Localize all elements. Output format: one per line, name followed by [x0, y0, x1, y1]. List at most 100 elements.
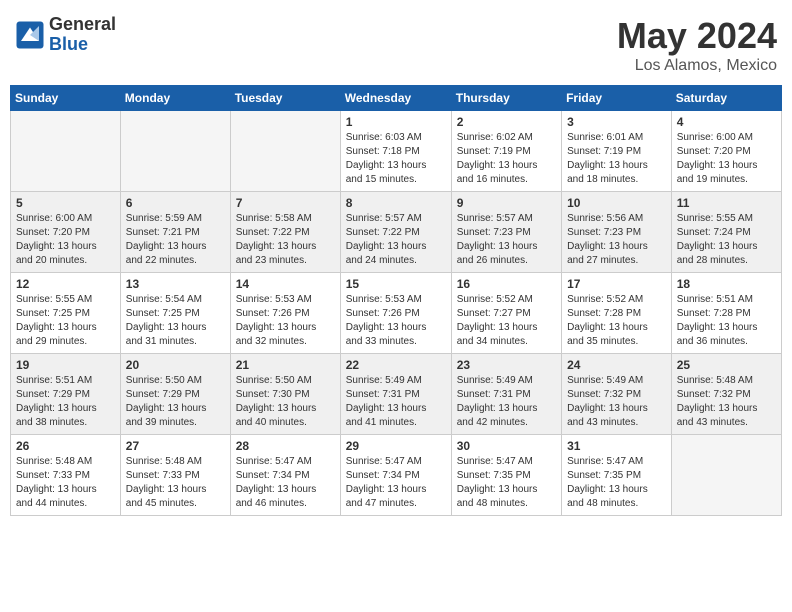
day-info: Sunrise: 5:53 AMSunset: 7:26 PMDaylight:…	[346, 293, 446, 349]
day-info: Sunrise: 6:02 AMSunset: 7:19 PMDaylight:…	[457, 131, 556, 187]
day-info: Sunrise: 5:59 AMSunset: 7:21 PMDaylight:…	[126, 212, 225, 268]
day-info: Sunrise: 5:50 AMSunset: 7:30 PMDaylight:…	[236, 374, 335, 430]
day-info: Sunrise: 5:58 AMSunset: 7:22 PMDaylight:…	[236, 212, 335, 268]
calendar-cell: 10Sunrise: 5:56 AMSunset: 7:23 PMDayligh…	[562, 192, 672, 273]
day-info: Sunrise: 5:52 AMSunset: 7:28 PMDaylight:…	[567, 293, 666, 349]
day-info: Sunrise: 5:49 AMSunset: 7:32 PMDaylight:…	[567, 374, 666, 430]
logo-icon	[15, 20, 45, 50]
calendar-cell: 5 Sunrise: 6:00 AMSunset: 7:20 PMDaylight…	[11, 192, 121, 273]
day-info: Sunrise: 5:53 AMSunset: 7:26 PMDaylight:…	[236, 293, 335, 349]
calendar-week-row: 5 Sunrise: 6:00 AMSunset: 7:20 PMDaylight…	[11, 192, 782, 273]
calendar-cell: 9 Sunrise: 5:57 AMSunset: 7:23 PMDaylight…	[451, 192, 561, 273]
calendar-cell: 1 Sunrise: 6:03 AMSunset: 7:18 PMDaylight…	[340, 111, 451, 192]
calendar: SundayMondayTuesdayWednesdayThursdayFrid…	[10, 85, 782, 516]
day-number: 24	[567, 358, 666, 372]
month-year: May 2024	[617, 15, 777, 57]
day-number: 13	[126, 277, 225, 291]
weekday-header-tuesday: Tuesday	[230, 86, 340, 111]
weekday-header-monday: Monday	[120, 86, 230, 111]
calendar-cell: 24 Sunrise: 5:49 AMSunset: 7:32 PMDayligh…	[562, 354, 672, 435]
logo-general: General	[49, 15, 116, 35]
day-number: 17	[567, 277, 666, 291]
day-info: Sunrise: 6:01 AMSunset: 7:19 PMDaylight:…	[567, 131, 666, 187]
weekday-header-row: SundayMondayTuesdayWednesdayThursdayFrid…	[11, 86, 782, 111]
calendar-cell	[671, 435, 781, 516]
day-number: 18	[677, 277, 776, 291]
calendar-cell: 19 Sunrise: 5:51 AMSunset: 7:29 PMDayligh…	[11, 354, 121, 435]
calendar-cell: 27 Sunrise: 5:48 AMSunset: 7:33 PMDayligh…	[120, 435, 230, 516]
day-number: 9	[457, 196, 556, 210]
calendar-cell: 25Sunrise: 5:48 AMSunset: 7:32 PMDayligh…	[671, 354, 781, 435]
day-info: Sunrise: 6:00 AMSunset: 7:20 PMDaylight:…	[677, 131, 776, 187]
day-number: 23	[457, 358, 556, 372]
day-info: Sunrise: 5:48 AMSunset: 7:33 PMDaylight:…	[16, 455, 115, 511]
day-number: 2	[457, 115, 556, 129]
day-number: 28	[236, 439, 335, 453]
day-number: 11	[677, 196, 776, 210]
day-info: Sunrise: 5:49 AMSunset: 7:31 PMDaylight:…	[346, 374, 446, 430]
calendar-cell: 13 Sunrise: 5:54 AMSunset: 7:25 PMDayligh…	[120, 273, 230, 354]
day-number: 14	[236, 277, 335, 291]
calendar-cell: 3 Sunrise: 6:01 AMSunset: 7:19 PMDaylight…	[562, 111, 672, 192]
day-info: Sunrise: 6:00 AMSunset: 7:20 PMDaylight:…	[16, 212, 115, 268]
day-info: Sunrise: 5:52 AMSunset: 7:27 PMDaylight:…	[457, 293, 556, 349]
logo-blue: Blue	[49, 35, 116, 55]
calendar-cell: 15Sunrise: 5:53 AMSunset: 7:26 PMDayligh…	[340, 273, 451, 354]
day-number: 27	[126, 439, 225, 453]
day-number: 31	[567, 439, 666, 453]
title-block: May 2024 Los Alamos, Mexico	[617, 15, 777, 75]
calendar-week-row: 26 Sunrise: 5:48 AMSunset: 7:33 PMDayligh…	[11, 435, 782, 516]
day-info: Sunrise: 5:55 AMSunset: 7:25 PMDaylight:…	[16, 293, 115, 349]
location: Los Alamos, Mexico	[617, 57, 777, 75]
day-number: 30	[457, 439, 556, 453]
calendar-cell: 7Sunrise: 5:58 AMSunset: 7:22 PMDaylight…	[230, 192, 340, 273]
calendar-cell: 28Sunrise: 5:47 AMSunset: 7:34 PMDayligh…	[230, 435, 340, 516]
weekday-header-sunday: Sunday	[11, 86, 121, 111]
calendar-cell: 30 Sunrise: 5:47 AMSunset: 7:35 PMDayligh…	[451, 435, 561, 516]
calendar-cell: 14 Sunrise: 5:53 AMSunset: 7:26 PMDayligh…	[230, 273, 340, 354]
calendar-cell: 6 Sunrise: 5:59 AMSunset: 7:21 PMDaylight…	[120, 192, 230, 273]
calendar-cell: 11Sunrise: 5:55 AMSunset: 7:24 PMDayligh…	[671, 192, 781, 273]
calendar-cell: 23 Sunrise: 5:49 AMSunset: 7:31 PMDayligh…	[451, 354, 561, 435]
weekday-header-thursday: Thursday	[451, 86, 561, 111]
day-number: 25	[677, 358, 776, 372]
logo-text: General Blue	[49, 15, 116, 55]
day-number: 6	[126, 196, 225, 210]
page-header: General Blue May 2024 Los Alamos, Mexico	[10, 10, 782, 75]
calendar-week-row: 19 Sunrise: 5:51 AMSunset: 7:29 PMDayligh…	[11, 354, 782, 435]
day-info: Sunrise: 5:47 AMSunset: 7:34 PMDaylight:…	[346, 455, 446, 511]
day-number: 4	[677, 115, 776, 129]
calendar-cell: 29Sunrise: 5:47 AMSunset: 7:34 PMDayligh…	[340, 435, 451, 516]
day-number: 12	[16, 277, 115, 291]
day-info: Sunrise: 5:51 AMSunset: 7:29 PMDaylight:…	[16, 374, 115, 430]
calendar-week-row: 1 Sunrise: 6:03 AMSunset: 7:18 PMDaylight…	[11, 111, 782, 192]
day-info: Sunrise: 5:57 AMSunset: 7:23 PMDaylight:…	[457, 212, 556, 268]
day-info: Sunrise: 5:51 AMSunset: 7:28 PMDaylight:…	[677, 293, 776, 349]
day-info: Sunrise: 5:48 AMSunset: 7:33 PMDaylight:…	[126, 455, 225, 511]
calendar-cell	[11, 111, 121, 192]
day-info: Sunrise: 5:50 AMSunset: 7:29 PMDaylight:…	[126, 374, 225, 430]
calendar-cell: 22Sunrise: 5:49 AMSunset: 7:31 PMDayligh…	[340, 354, 451, 435]
day-number: 26	[16, 439, 115, 453]
day-number: 19	[16, 358, 115, 372]
day-info: Sunrise: 5:57 AMSunset: 7:22 PMDaylight:…	[346, 212, 446, 268]
calendar-cell: 2 Sunrise: 6:02 AMSunset: 7:19 PMDaylight…	[451, 111, 561, 192]
day-info: Sunrise: 6:03 AMSunset: 7:18 PMDaylight:…	[346, 131, 446, 187]
calendar-cell: 17 Sunrise: 5:52 AMSunset: 7:28 PMDayligh…	[562, 273, 672, 354]
calendar-cell: 20Sunrise: 5:50 AMSunset: 7:29 PMDayligh…	[120, 354, 230, 435]
day-number: 1	[346, 115, 446, 129]
calendar-cell	[230, 111, 340, 192]
calendar-week-row: 12 Sunrise: 5:55 AMSunset: 7:25 PMDayligh…	[11, 273, 782, 354]
day-info: Sunrise: 5:49 AMSunset: 7:31 PMDaylight:…	[457, 374, 556, 430]
day-info: Sunrise: 5:54 AMSunset: 7:25 PMDaylight:…	[126, 293, 225, 349]
calendar-cell: 12 Sunrise: 5:55 AMSunset: 7:25 PMDayligh…	[11, 273, 121, 354]
day-number: 3	[567, 115, 666, 129]
day-number: 21	[236, 358, 335, 372]
day-number: 5	[16, 196, 115, 210]
calendar-cell: 26 Sunrise: 5:48 AMSunset: 7:33 PMDayligh…	[11, 435, 121, 516]
day-info: Sunrise: 5:56 AMSunset: 7:23 PMDaylight:…	[567, 212, 666, 268]
day-number: 8	[346, 196, 446, 210]
day-info: Sunrise: 5:47 AMSunset: 7:35 PMDaylight:…	[457, 455, 556, 511]
calendar-cell: 21 Sunrise: 5:50 AMSunset: 7:30 PMDayligh…	[230, 354, 340, 435]
weekday-header-friday: Friday	[562, 86, 672, 111]
